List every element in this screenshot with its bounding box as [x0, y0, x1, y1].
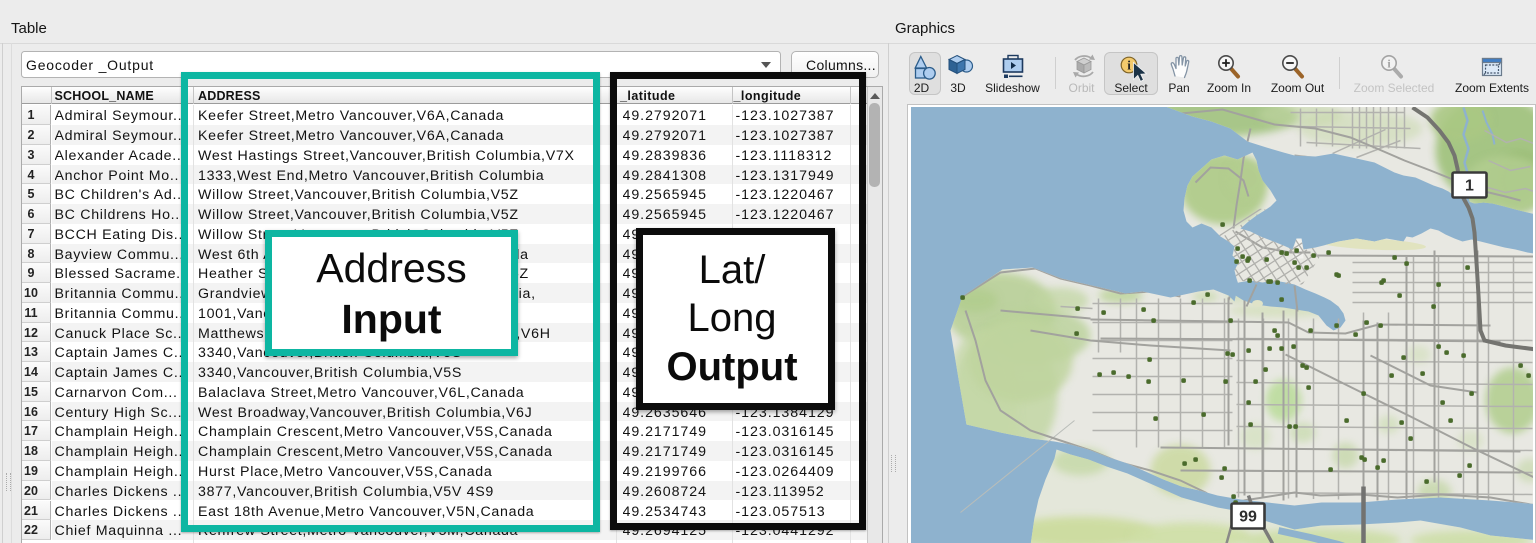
svg-text:99: 99: [1239, 508, 1257, 525]
svg-text:1: 1: [1465, 177, 1474, 194]
svg-text:i: i: [1127, 58, 1131, 73]
